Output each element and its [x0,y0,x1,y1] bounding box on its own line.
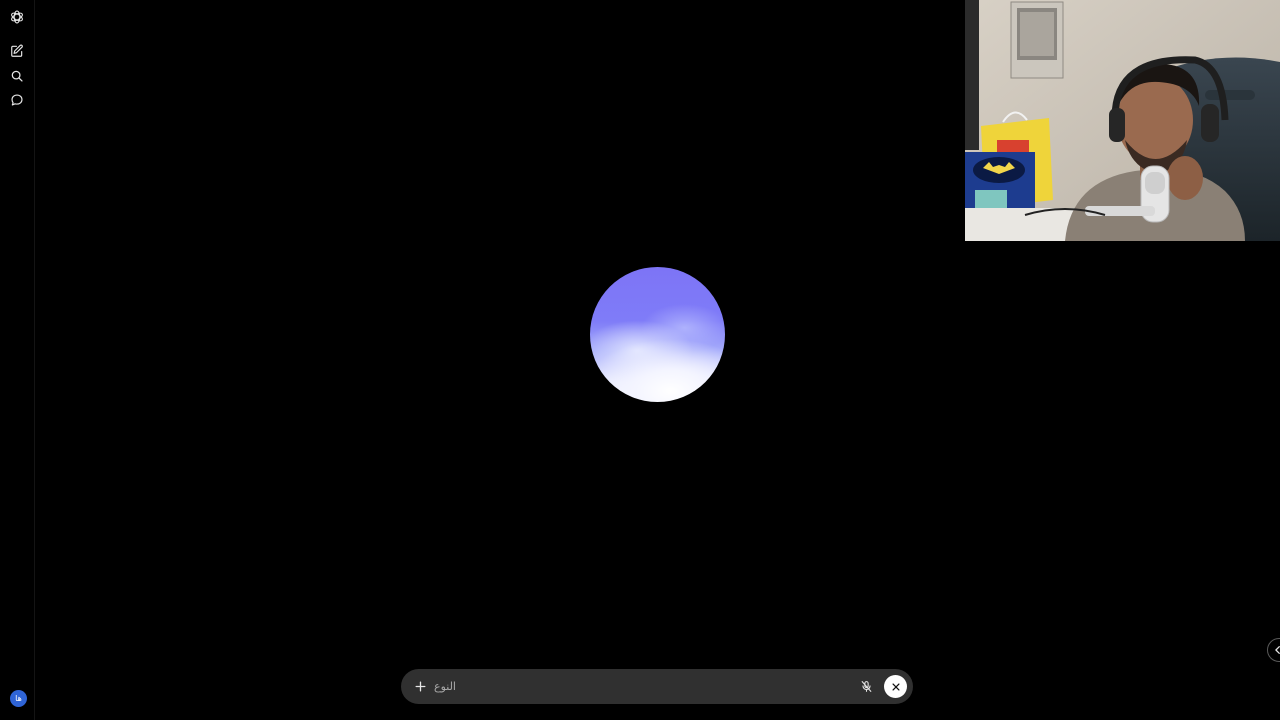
pencil-square-icon [11,44,23,57]
sidebar-rail: ها [0,0,35,720]
mute-microphone-button[interactable] [856,676,877,697]
voice-composer-bar [401,669,913,704]
app-logo-button[interactable] [7,7,27,27]
plus-icon [415,681,426,692]
chats-button[interactable] [7,90,27,110]
webcam-video-frame [965,0,1280,241]
message-input[interactable] [434,677,844,696]
openai-knot-icon [11,10,23,24]
panel-toggle-handle[interactable] [1267,638,1280,662]
chat-bubble-icon [11,94,23,106]
mic-muted-icon [861,681,872,692]
close-icon [891,682,900,691]
search-icon [11,70,23,82]
user-avatar[interactable]: ها [10,690,27,707]
end-voice-button[interactable] [884,675,907,698]
new-chat-button[interactable] [7,41,27,61]
chevron-left-icon [1275,646,1280,654]
voice-orb [590,267,725,402]
add-attachment-button[interactable] [410,676,431,697]
search-chats-button[interactable] [7,66,27,86]
webcam-preview [965,0,1280,241]
voice-mode-page: ها [0,0,1280,720]
